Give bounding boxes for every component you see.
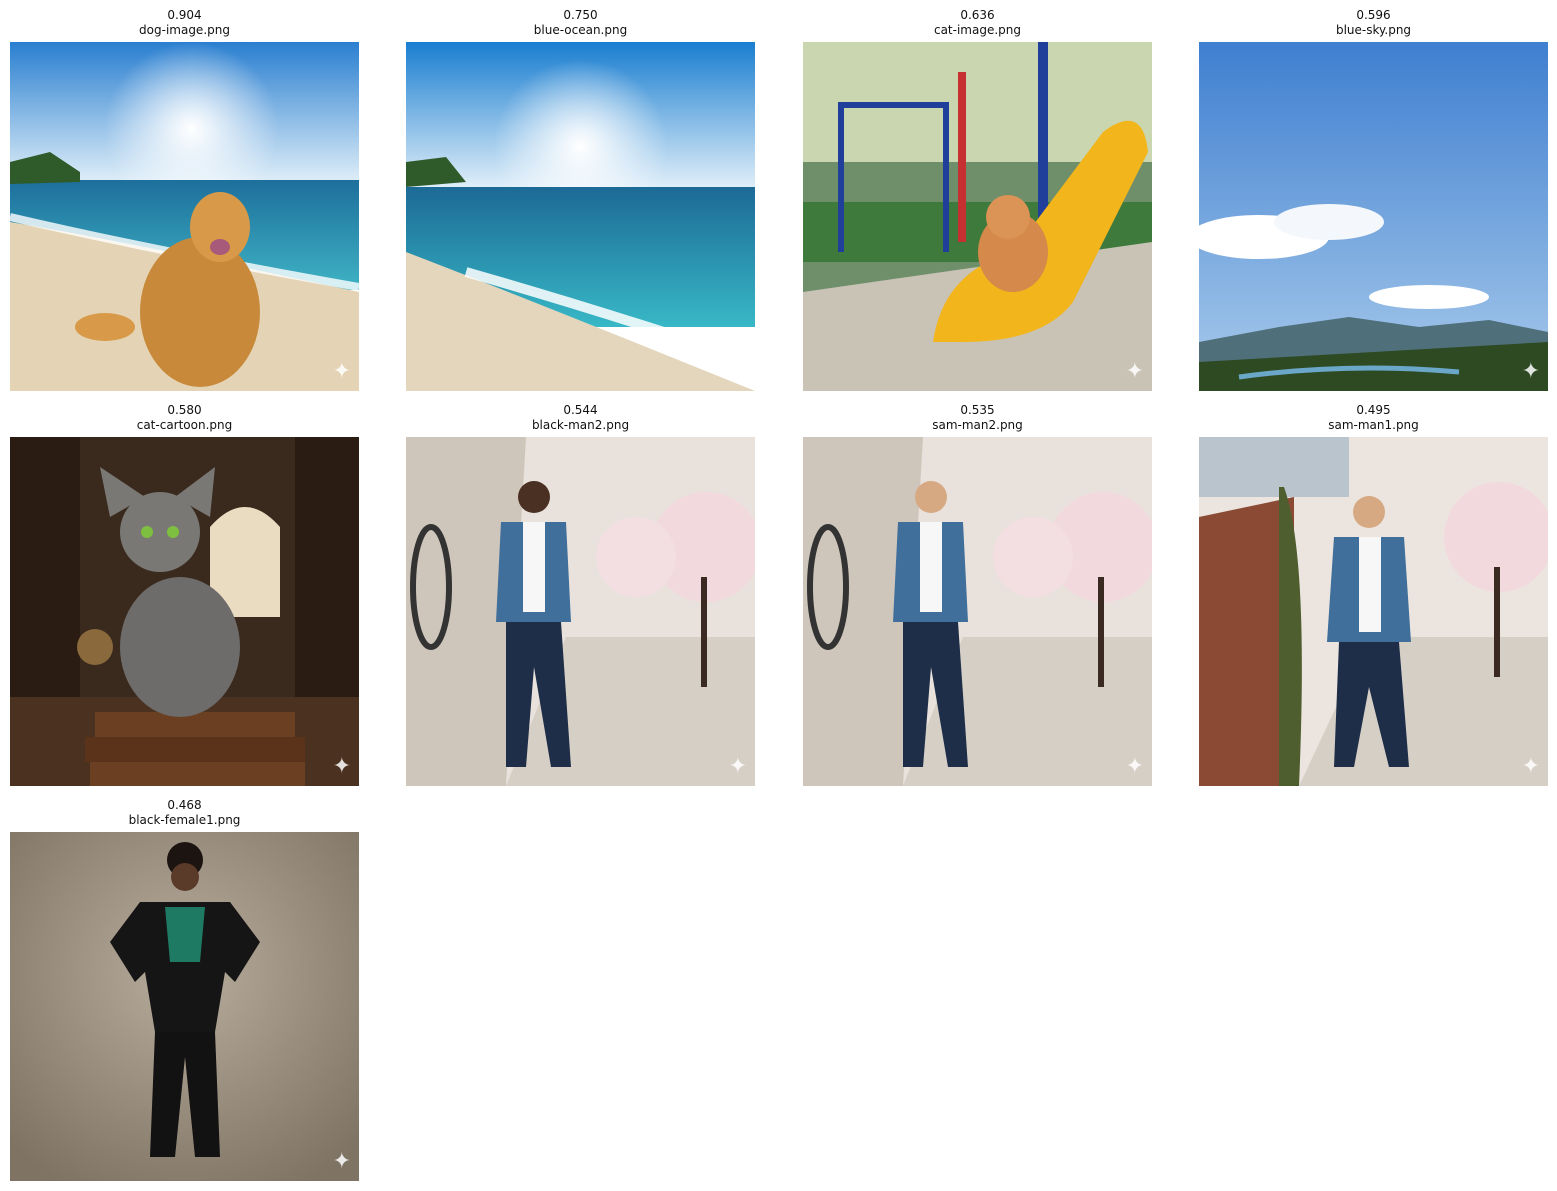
result-thumbnail[interactable]: ✦ (10, 832, 359, 1181)
dog-on-beach-image (10, 42, 359, 391)
man-on-sidewalk-image (1199, 437, 1548, 786)
similarity-score: 0.750 (563, 8, 598, 22)
file-name: sam-man1.png (1328, 418, 1419, 432)
sparkle-icon: ✦ (1521, 359, 1540, 384)
similarity-score: 0.495 (1356, 403, 1391, 417)
file-name: dog-image.png (139, 23, 230, 37)
sparkle-icon: ✦ (1125, 359, 1144, 384)
file-name: blue-sky.png (1335, 23, 1412, 37)
result-thumbnail[interactable]: ✦ (1199, 437, 1548, 786)
blue-ocean-image (406, 42, 755, 391)
result-thumbnail[interactable]: ✦ (10, 437, 359, 786)
sparkle-icon: ✦ (332, 359, 351, 384)
file-name: cat-image.png (933, 23, 1022, 37)
sparkle-icon: ✦ (728, 359, 747, 384)
similarity-score: 0.535 (960, 403, 995, 417)
similarity-score: 0.904 (167, 8, 202, 22)
blue-sky-image (1199, 42, 1548, 391)
sparkle-icon: ✦ (332, 1149, 351, 1174)
sphynx-cat-library-image (10, 437, 359, 786)
result-thumbnail[interactable]: ✦ (803, 437, 1152, 786)
file-name: sam-man2.png (932, 418, 1023, 432)
sparkle-icon: ✦ (332, 754, 351, 779)
similarity-score: 0.544 (563, 403, 598, 417)
similarity-score: 0.468 (167, 798, 202, 812)
woman-in-suit-image (10, 832, 359, 1181)
sparkle-icon: ✦ (1521, 754, 1540, 779)
cat-on-slide-image (803, 42, 1152, 391)
similarity-score: 0.580 (167, 403, 202, 417)
result-thumbnail[interactable]: ✦ (406, 42, 755, 391)
sparkle-icon: ✦ (1125, 754, 1144, 779)
result-thumbnail[interactable]: ✦ (803, 42, 1152, 391)
sparkle-icon: ✦ (728, 754, 747, 779)
result-thumbnail[interactable]: ✦ (406, 437, 755, 786)
man-by-wall-image (803, 437, 1152, 786)
file-name: black-female1.png (128, 813, 241, 827)
man-by-wall-image (406, 437, 755, 786)
result-thumbnail[interactable]: ✦ (10, 42, 359, 391)
similarity-score: 0.596 (1356, 8, 1391, 22)
similarity-score: 0.636 (960, 8, 995, 22)
file-name: cat-cartoon.png (136, 418, 233, 432)
file-name: black-man2.png (531, 418, 630, 432)
result-thumbnail[interactable]: ✦ (1199, 42, 1548, 391)
file-name: blue-ocean.png (533, 23, 628, 37)
